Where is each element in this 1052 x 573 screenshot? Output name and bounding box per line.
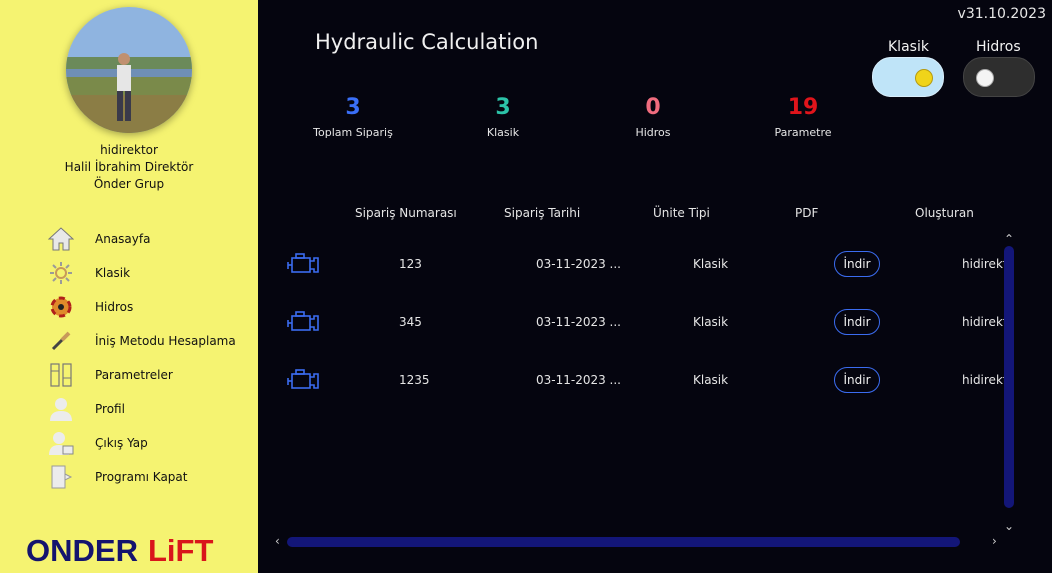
- sidebar-company: Önder Grup: [93, 177, 165, 191]
- stat-label: Parametre: [774, 126, 832, 139]
- logo-left-text: ONDER: [26, 533, 138, 566]
- hidros-toggle[interactable]: [963, 57, 1035, 97]
- download-pdf-button[interactable]: İndir: [834, 367, 880, 393]
- home-icon: [46, 224, 76, 254]
- sidebar-item-label: Anasayfa: [95, 232, 151, 246]
- sidebar-item-klasik[interactable]: Klasik: [46, 258, 256, 288]
- stat-label: Hidros: [635, 126, 671, 139]
- stat-value: 3: [495, 95, 511, 120]
- download-pdf-button[interactable]: İndir: [834, 309, 880, 335]
- creator: hidirekt: [962, 315, 1008, 329]
- order-number: 123: [399, 257, 422, 271]
- stat-klasik: 3 Klasik: [433, 95, 573, 139]
- unit-type: Klasik: [693, 315, 729, 329]
- parameters-icon: [46, 360, 76, 390]
- sidebar: hidirektor Halil İbrahim Direktör Önder …: [0, 0, 258, 573]
- stat-value: 3: [345, 95, 361, 120]
- stat-label: Klasik: [486, 126, 520, 139]
- order-date: 03-11-2023 ...: [536, 257, 621, 271]
- stat-value: 0: [645, 95, 661, 120]
- sidebar-username: hidirektor: [100, 143, 158, 157]
- vertical-scrollbar[interactable]: [1004, 246, 1014, 508]
- stat-label: Toplam Sipariş: [313, 126, 393, 139]
- sidebar-item-hidros[interactable]: Hidros: [46, 292, 256, 322]
- logo-right-text: LiFT: [148, 533, 213, 566]
- logout-user-icon: [46, 428, 76, 458]
- scroll-down-arrow-icon[interactable]: ⌄: [1004, 519, 1014, 533]
- stat-parametre: 19 Parametre: [733, 95, 873, 139]
- order-number: 345: [399, 315, 422, 329]
- sidebar-item-label: Parametreler: [95, 368, 173, 382]
- stat-hidros: 0 Hidros: [583, 95, 723, 139]
- order-number: 1235: [399, 373, 430, 387]
- toggle-knob: [915, 69, 933, 87]
- engine-icon: [286, 310, 320, 338]
- page-title: Hydraulic Calculation: [315, 30, 539, 54]
- screwdriver-icon: [46, 326, 76, 356]
- sidebar-full-name: Halil İbrahim Direktör: [64, 160, 194, 174]
- horizontal-scrollbar[interactable]: [287, 537, 960, 547]
- klasik-toggle-label: Klasik: [888, 39, 929, 55]
- column-header-unite-tipi[interactable]: Ünite Tipi: [653, 206, 710, 220]
- column-header-siparis-numarasi[interactable]: Sipariş Numarası: [355, 206, 457, 220]
- gear-icon: [46, 258, 76, 288]
- user-icon: [46, 394, 76, 424]
- hidros-toggle-label: Hidros: [976, 39, 1021, 55]
- onderlift-logo: ONDER LiFT: [26, 532, 231, 570]
- sidebar-item-cikis-yap[interactable]: Çıkış Yap: [46, 428, 256, 458]
- hydraulic-icon: [46, 292, 76, 322]
- order-date: 03-11-2023 ...: [536, 373, 621, 387]
- sidebar-item-profil[interactable]: Profil: [46, 394, 256, 424]
- sidebar-item-label: Çıkış Yap: [95, 436, 148, 450]
- sidebar-item-parametreler[interactable]: Parametreler: [46, 360, 256, 390]
- version-label: v31.10.2023: [957, 6, 1046, 22]
- sidebar-item-label: Klasik: [95, 266, 131, 280]
- sidebar-item-label: Profil: [95, 402, 125, 416]
- unit-type: Klasik: [693, 257, 729, 271]
- stat-toplam-siparis: 3 Toplam Sipariş: [283, 95, 423, 139]
- scroll-right-arrow-icon[interactable]: ›: [992, 534, 997, 548]
- scroll-left-arrow-icon[interactable]: ‹: [275, 534, 280, 548]
- column-header-siparis-tarihi[interactable]: Sipariş Tarihi: [504, 206, 580, 220]
- sidebar-item-inis-metodu[interactable]: İniş Metodu Hesaplama: [46, 326, 256, 356]
- scroll-up-arrow-icon[interactable]: ⌃: [1004, 232, 1014, 246]
- sidebar-item-label: İniş Metodu Hesaplama: [95, 334, 236, 348]
- sidebar-item-programi-kapat[interactable]: Programı Kapat: [46, 462, 256, 492]
- column-header-olusturan[interactable]: Oluşturan: [915, 206, 974, 220]
- engine-icon: [286, 252, 320, 280]
- creator: hidirekt: [962, 373, 1008, 387]
- toggle-knob: [976, 69, 994, 87]
- creator: hidirekt: [962, 257, 1008, 271]
- exit-door-icon: [46, 462, 76, 492]
- sidebar-item-anasayfa[interactable]: Anasayfa: [46, 224, 256, 254]
- avatar: [66, 7, 192, 133]
- engine-icon: [286, 368, 320, 396]
- sidebar-item-label: Hidros: [95, 300, 134, 314]
- unit-type: Klasik: [693, 373, 729, 387]
- column-header-pdf[interactable]: PDF: [795, 206, 818, 220]
- download-pdf-button[interactable]: İndir: [834, 251, 880, 277]
- order-date: 03-11-2023 ...: [536, 315, 621, 329]
- stat-value: 19: [787, 95, 819, 120]
- klasik-toggle[interactable]: [872, 57, 944, 97]
- sidebar-item-label: Programı Kapat: [95, 470, 188, 484]
